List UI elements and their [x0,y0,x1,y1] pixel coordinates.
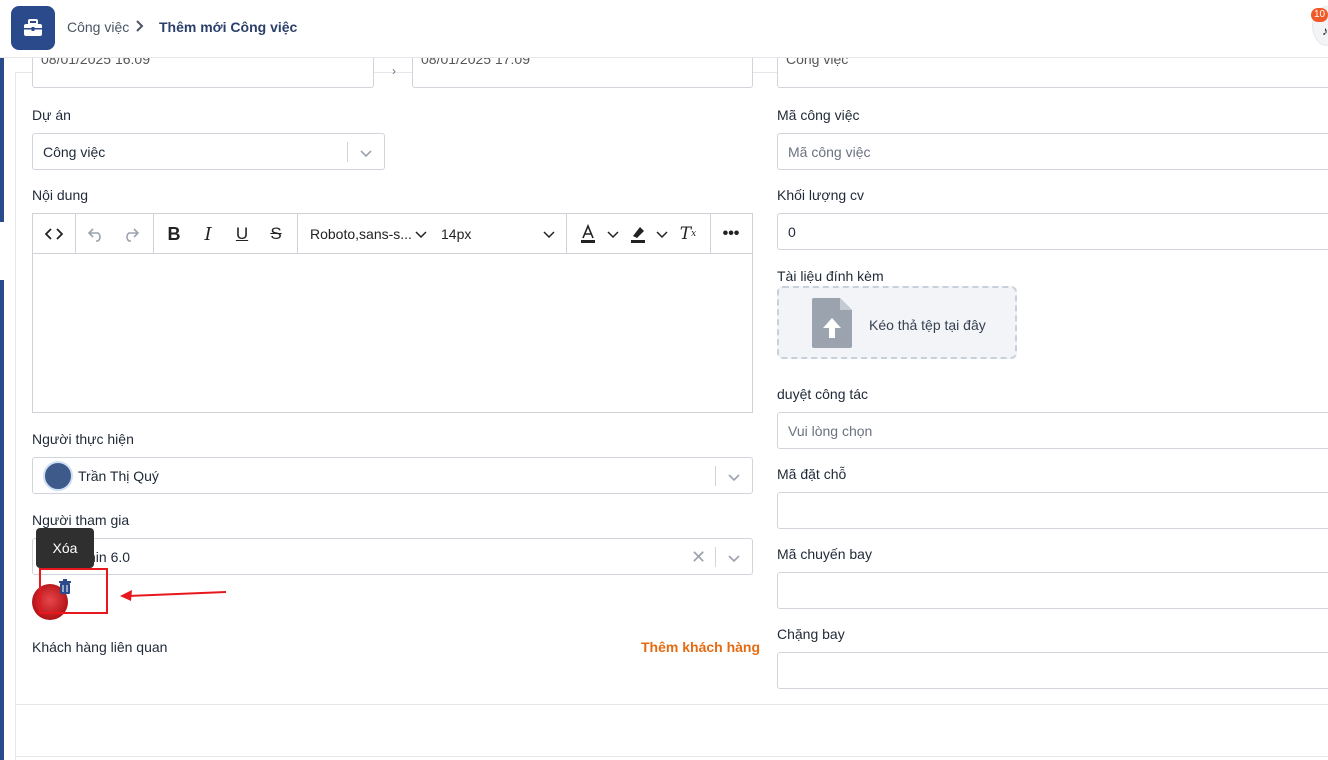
chevron-down-icon [727,551,741,567]
strikethrough-icon[interactable]: S [265,223,287,245]
start-datetime-field[interactable]: 08/01/2025 16:09 [32,58,374,88]
add-customer-link[interactable]: Thêm khách hàng [641,638,760,656]
workload-label: Khối lượng cv [777,187,865,203]
briefcase-icon[interactable] [11,6,55,50]
sidebar-edge [0,280,4,760]
workload-input[interactable]: 0 [777,213,1328,250]
participants-select[interactable]: nin 6.0 ✕ [32,538,753,575]
task-code-label: Mã công việc [777,107,860,123]
editor-toolbar: B I U S Roboto,sans-s... 14px Tx ••• [33,214,752,254]
notification-badge: 10 [1311,8,1328,22]
sidebar-edge [0,58,4,222]
approval-select[interactable]: Vui lòng chọn [777,412,1328,449]
end-datetime-field[interactable]: 08/01/2025 17:09 [412,58,753,88]
chevron-down-icon[interactable] [602,223,624,245]
project-label: Dự án [32,107,71,123]
more-options-icon[interactable]: ••• [720,223,742,245]
undo-icon[interactable] [85,223,107,245]
highlight-color-icon[interactable] [627,223,649,245]
participants-label: Người tham gia [32,512,130,528]
file-upload-icon [810,296,854,353]
flight-leg-input[interactable] [777,652,1328,689]
delete-tooltip: Xóa [36,528,94,568]
chevron-down-icon[interactable] [651,223,673,245]
redo-icon[interactable] [120,223,142,245]
bell-glyph: ♪ [1322,24,1328,38]
clear-format-icon[interactable]: Tx [677,223,699,245]
italic-icon[interactable]: I [197,223,219,245]
booking-code-label: Mã đặt chỗ [777,466,847,482]
chevron-down-icon [727,470,741,486]
bold-icon[interactable]: B [163,223,185,245]
chevron-down-icon[interactable] [538,223,560,245]
project-select[interactable]: Công việc [32,133,385,170]
arrow-right-icon: › [392,64,396,78]
breadcrumb-parent[interactable]: Công việc [67,18,129,36]
approval-label: duyệt công tác [777,386,869,402]
annotation-arrow [118,585,228,604]
assignee-select[interactable]: Trần Thị Quý [32,457,753,494]
avatar [43,461,73,491]
top-header: Công việc Thêm mới Công việc ♪ 10 [0,0,1328,58]
clear-icon[interactable]: ✕ [691,547,706,568]
related-customers-label: Khách hàng liên quan [32,639,168,655]
content-label: Nội dung [32,187,89,203]
chevron-down-icon [359,146,373,162]
chevron-right-icon [135,19,145,36]
underline-icon[interactable]: U [231,223,253,245]
booking-code-input[interactable] [777,492,1328,529]
rich-text-editor[interactable]: B I U S Roboto,sans-s... 14px Tx ••• [32,213,753,413]
code-view-icon[interactable] [43,223,65,245]
footer-divider [15,704,1328,705]
assignee-label: Người thực hiện [32,431,134,447]
file-dropzone[interactable]: Kéo thả tệp tại đây [777,286,1017,359]
task-type-select[interactable]: Công việc [777,58,1328,88]
card-border [15,72,16,760]
font-family-select[interactable]: Roboto,sans-s... [310,226,412,242]
page-title: Thêm mới Công việc [159,19,298,35]
card-border [15,756,1328,757]
font-size-select[interactable]: 14px [441,226,471,242]
flight-leg-label: Chặng bay [777,626,845,642]
chevron-down-icon[interactable] [410,223,432,245]
task-code-input[interactable]: Mã công việc [777,133,1328,170]
annotation-highlight-box [39,568,108,614]
flight-number-input[interactable] [777,572,1328,609]
text-color-icon[interactable] [577,223,599,245]
flight-number-label: Mã chuyến bay [777,546,872,562]
attachments-label: Tài liệu đính kèm [777,268,884,284]
